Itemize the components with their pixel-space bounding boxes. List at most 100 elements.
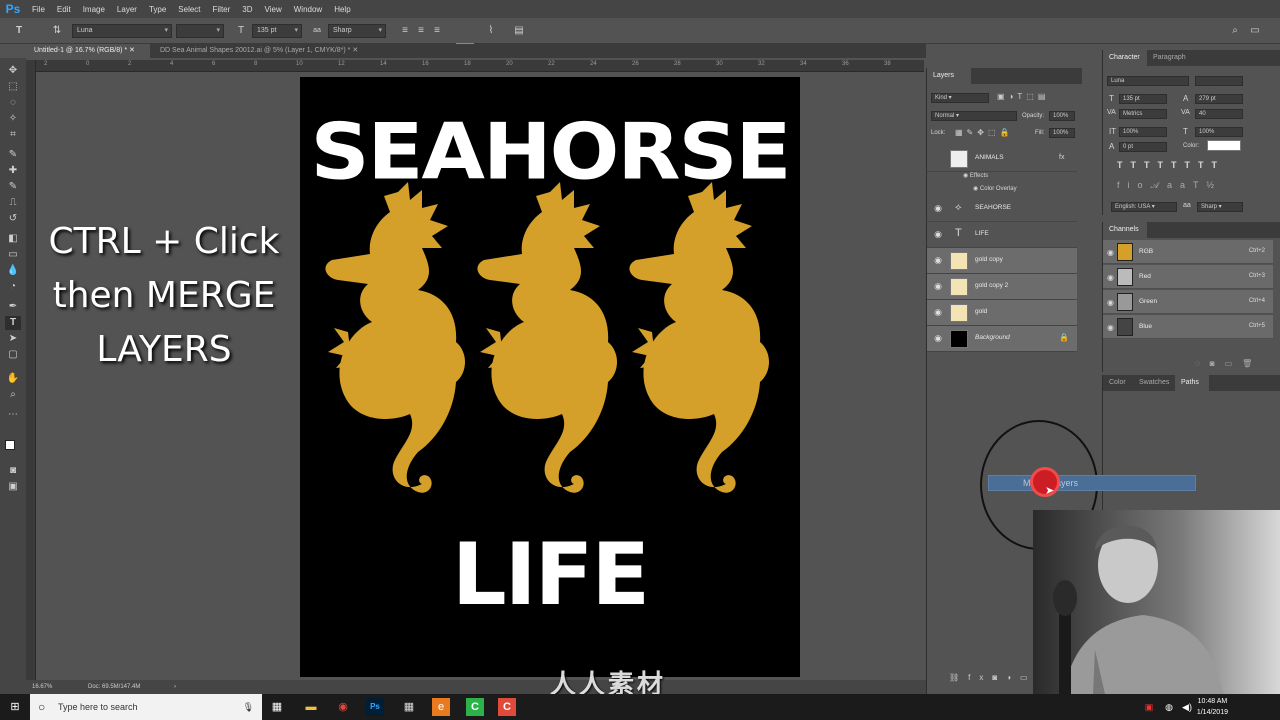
orientation-icon[interactable]: ⇅ xyxy=(50,24,64,38)
windows-start-icon[interactable]: ⊞ xyxy=(6,698,24,716)
eye-icon[interactable]: ◉ xyxy=(933,333,943,343)
canvas-document[interactable]: SEAHORSE LIFE xyxy=(300,77,800,677)
file-explorer-icon[interactable]: ▬ xyxy=(302,698,320,716)
layer-life[interactable]: ◉ T LIFE xyxy=(927,222,1077,248)
more-tools-icon[interactable]: ⋯ xyxy=(5,408,21,422)
eye-icon[interactable]: ◉ xyxy=(973,186,978,192)
clone-stamp-icon[interactable]: ⎍ xyxy=(5,196,21,210)
calculator-icon[interactable]: ▦ xyxy=(400,698,418,716)
channel-footer-icons[interactable]: ◌◙▭🗑 xyxy=(1195,359,1262,368)
align-center-icon[interactable]: ≡ xyxy=(414,24,428,38)
align-right-icon[interactable]: ≡ xyxy=(430,24,444,38)
warp-text-icon[interactable]: ⌇ xyxy=(484,24,498,38)
character-panel-toggle-icon[interactable]: ▤ xyxy=(512,24,526,38)
menu-3d[interactable]: 3D xyxy=(236,5,258,14)
merge-layers-menu-item[interactable]: Merge Layers xyxy=(988,475,1196,491)
screen-mode-icon[interactable]: ▣ xyxy=(5,480,21,494)
taskbar-clock[interactable]: 10:48 AM 1/14/2019 xyxy=(1197,696,1228,718)
channel-red[interactable]: ◉ Red Ctrl+3 xyxy=(1103,265,1273,289)
tab-color[interactable]: Color xyxy=(1103,375,1133,391)
move-tool-icon[interactable]: ✥ xyxy=(5,64,21,78)
tab-sea-animal-shapes[interactable]: DD Sea Animal Shapes 20012.ai @ 5% (Laye… xyxy=(152,44,378,58)
layer-background[interactable]: ◉ Background 🔒 xyxy=(927,326,1077,352)
char-color-swatch[interactable] xyxy=(1207,140,1241,151)
brush-tool-icon[interactable]: ✎ xyxy=(5,180,21,194)
quick-mask-icon[interactable]: ◙ xyxy=(5,464,21,478)
char-vscale-field[interactable]: 100% xyxy=(1119,127,1167,137)
char-style-select[interactable] xyxy=(1195,76,1243,86)
dodge-tool-icon[interactable]: ◔ xyxy=(5,280,21,294)
foreground-color-swatch[interactable] xyxy=(5,440,15,450)
layer-seahorse[interactable]: ◉ ⟡ SEAHORSE xyxy=(927,196,1077,222)
eye-icon[interactable]: ◉ xyxy=(933,255,943,265)
eye-icon[interactable]: ◉ xyxy=(933,203,943,213)
magic-wand-icon[interactable]: ✧ xyxy=(5,112,21,126)
eye-icon[interactable]: ◉ xyxy=(933,281,943,291)
tray-icon[interactable]: ▣ xyxy=(1140,698,1158,716)
tab-swatches[interactable]: Swatches xyxy=(1133,375,1175,391)
opentype-buttons[interactable]: fio𝒜aaT½ xyxy=(1117,180,1222,191)
eye-icon[interactable]: ◉ xyxy=(933,307,943,317)
hand-tool-icon[interactable]: ✋ xyxy=(5,372,21,386)
menu-file[interactable]: File xyxy=(26,5,51,14)
menu-filter[interactable]: Filter xyxy=(207,5,237,14)
chrome-icon[interactable]: ◉ xyxy=(334,698,352,716)
opacity-field[interactable]: 100% xyxy=(1049,111,1075,121)
layer-gold-copy-2[interactable]: ◉ gold copy 2 xyxy=(927,274,1077,300)
zoom-tool-icon[interactable]: ⌕ xyxy=(5,388,21,402)
char-kerning-field[interactable]: Metrics xyxy=(1119,109,1167,119)
font-family-select[interactable]: Luna ▾ xyxy=(72,24,172,38)
char-leading-field[interactable]: 279 pt xyxy=(1195,94,1243,104)
pen-tool-icon[interactable]: ✒ xyxy=(5,300,21,314)
tab-paths[interactable]: Paths xyxy=(1175,375,1209,391)
crop-tool-icon[interactable]: ⌗ xyxy=(5,128,21,142)
char-antialias-select[interactable]: Sharp ▾ xyxy=(1197,202,1243,212)
gradient-tool-icon[interactable]: ▭ xyxy=(5,248,21,262)
shape-tool-icon[interactable]: ▢ xyxy=(5,348,21,362)
layer-effect-color-overlay[interactable]: ◉ Color Overlay xyxy=(973,185,1017,192)
browser-icon[interactable]: e xyxy=(432,698,450,716)
zoom-level[interactable]: 16.67% xyxy=(32,680,52,694)
char-font-select[interactable]: Luna xyxy=(1107,76,1189,86)
menu-type[interactable]: Type xyxy=(143,5,172,14)
font-style-select[interactable]: ▾ xyxy=(176,24,224,38)
layer-animals[interactable]: ANIMALS fx xyxy=(927,146,1077,172)
layer-filter-kind[interactable]: Kind ▾ xyxy=(931,93,989,103)
history-brush-icon[interactable]: ↺ xyxy=(5,212,21,226)
tab-character[interactable]: Character xyxy=(1103,50,1147,66)
volume-icon[interactable]: ◀) xyxy=(1178,698,1196,716)
menu-window[interactable]: Window xyxy=(288,5,328,14)
type-tool-icon[interactable]: T xyxy=(12,24,26,38)
eyedropper-icon[interactable]: ✎ xyxy=(5,148,21,162)
tab-channels[interactable]: Channels xyxy=(1103,222,1147,238)
eye-icon[interactable]: ◉ xyxy=(963,173,968,179)
eye-icon[interactable]: ◉ xyxy=(1107,248,1114,257)
char-baseline-field[interactable]: 0 pt xyxy=(1119,142,1167,152)
fill-field[interactable]: 100% xyxy=(1049,128,1075,138)
tab-paragraph[interactable]: Paragraph xyxy=(1147,50,1193,66)
char-language-select[interactable]: English: USA ▾ xyxy=(1111,202,1177,212)
camtasia-red-icon[interactable]: C xyxy=(498,698,516,716)
align-left-icon[interactable]: ≡ xyxy=(398,24,412,38)
marquee-tool-icon[interactable]: ⬚ xyxy=(5,80,21,94)
char-tracking-field[interactable]: 40 xyxy=(1195,109,1243,119)
channel-green[interactable]: ◉ Green Ctrl+4 xyxy=(1103,290,1273,314)
text-style-buttons[interactable]: TTTTTTTT xyxy=(1117,160,1225,170)
char-size-field[interactable]: 135 pt xyxy=(1119,94,1167,104)
path-selection-icon[interactable]: ➤ xyxy=(5,332,21,346)
taskbar-search-box[interactable]: ○ Type here to search 🎙 xyxy=(30,694,262,720)
char-hscale-field[interactable]: 100% xyxy=(1195,127,1243,137)
network-icon[interactable]: ◍ xyxy=(1160,698,1178,716)
blur-tool-icon[interactable]: 💧 xyxy=(5,264,21,278)
menu-edit[interactable]: Edit xyxy=(51,5,77,14)
close-icon[interactable]: ✕ xyxy=(352,47,358,54)
layer-gold-copy[interactable]: ◉ gold copy xyxy=(927,248,1077,274)
layer-gold[interactable]: ◉ gold xyxy=(927,300,1077,326)
eye-icon[interactable]: ◉ xyxy=(1107,273,1114,282)
menu-layer[interactable]: Layer xyxy=(111,5,143,14)
tab-untitled-1[interactable]: Untitled-1 @ 16.7% (RGB/8) * ✕ xyxy=(26,44,150,58)
eye-icon[interactable]: ◉ xyxy=(933,229,943,239)
eye-icon[interactable]: ◉ xyxy=(1107,298,1114,307)
filter-icons[interactable]: ▣◑T⬚▤ xyxy=(997,92,1049,101)
lock-icons[interactable]: ▦✎✥⬚🔒 xyxy=(955,128,1013,137)
